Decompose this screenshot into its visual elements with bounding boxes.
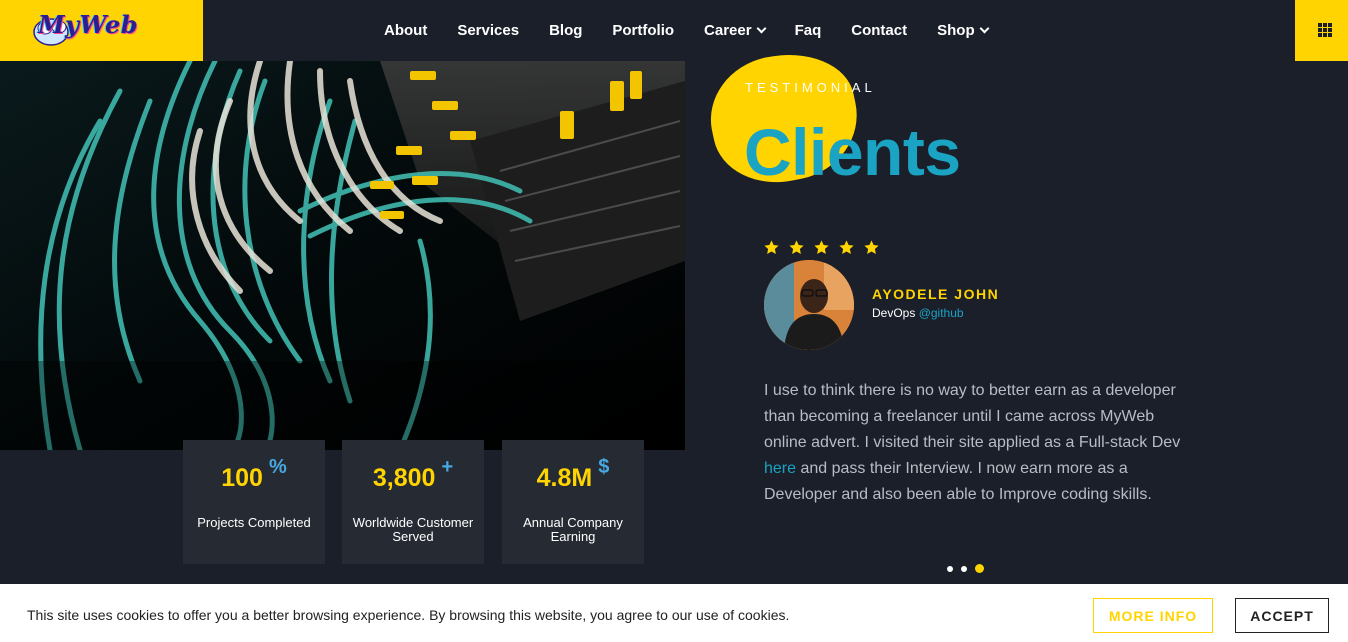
- stat-value: 100%: [221, 456, 287, 492]
- logo-container[interactable]: MyWeb: [0, 0, 203, 61]
- nav-label: Contact: [851, 22, 908, 39]
- star-icon: [839, 240, 854, 254]
- stat-suffix: %: [268, 456, 287, 478]
- stat-value: 4.8M $: [536, 456, 610, 492]
- section-title: Clients: [744, 115, 961, 189]
- stat-suffix: $: [598, 456, 610, 478]
- carousel-dot[interactable]: [947, 565, 953, 572]
- nav-item-services[interactable]: Services: [457, 22, 519, 39]
- stat-label: Worldwide Customer Served: [352, 515, 474, 544]
- accept-button[interactable]: ACCEPT: [1235, 598, 1329, 633]
- nav-label: About: [384, 22, 428, 39]
- rating-stars: [763, 239, 888, 256]
- stat-value: 3,800 +: [372, 456, 454, 492]
- nav-item-shop[interactable]: Shop: [937, 22, 990, 39]
- main-nav: About Services Blog Portfolio Career Faq…: [384, 0, 1018, 61]
- nav-label: Blog: [549, 22, 583, 39]
- nav-item-blog[interactable]: Blog: [549, 22, 582, 39]
- person-role: DevOps @github: [872, 306, 964, 320]
- nav-label: Shop: [937, 22, 975, 39]
- stat-label: Projects Completed: [197, 515, 311, 530]
- here-link[interactable]: here: [764, 460, 796, 477]
- github-link[interactable]: @github: [919, 306, 964, 320]
- section-eyebrow: TESTIMONIAL: [745, 80, 876, 95]
- stat-card-earning: 4.8M $ Annual Company Earning: [502, 440, 644, 564]
- stat-label: Annual Company Earning: [523, 515, 623, 544]
- nav-item-about[interactable]: About: [384, 22, 427, 39]
- chevron-down-icon: [979, 23, 990, 34]
- carousel-dot[interactable]: [961, 565, 967, 572]
- star-icon: [764, 240, 779, 254]
- hero-image: [0, 61, 685, 450]
- chevron-down-icon: [756, 23, 767, 34]
- carousel-dot-active[interactable]: [975, 564, 984, 573]
- logo-text: MyWeb: [38, 10, 139, 39]
- grid-icon[interactable]: [1318, 23, 1332, 37]
- network-cables-image: [0, 61, 685, 450]
- stat-suffix: +: [441, 456, 454, 478]
- star-icon: [864, 240, 879, 254]
- cookie-text: This site uses cookies to offer you a be…: [27, 607, 790, 623]
- stat-card-projects: 100% Projects Completed: [183, 440, 325, 564]
- star-icon: [789, 240, 804, 254]
- avatar: [764, 260, 854, 350]
- nav-item-portfolio[interactable]: Portfolio: [612, 22, 674, 39]
- stat-card-customers: 3,800 + Worldwide Customer Served: [342, 440, 484, 564]
- carousel-dots: [947, 564, 984, 573]
- site-header: MyWeb About Services Blog Portfolio Care…: [0, 0, 1348, 61]
- nav-label: Services: [457, 22, 520, 39]
- more-info-button[interactable]: MORE INFO: [1093, 598, 1213, 633]
- star-icon: [814, 240, 829, 254]
- nav-label: Faq: [794, 22, 822, 39]
- nav-label: Portfolio: [612, 22, 675, 39]
- nav-item-career[interactable]: Career: [704, 22, 767, 39]
- nav-item-faq[interactable]: Faq: [795, 22, 822, 39]
- person-name: AYODELE JOHN: [872, 286, 1000, 302]
- nav-label: Career: [704, 22, 752, 39]
- nav-item-contact[interactable]: Contact: [851, 22, 907, 39]
- testimonial-quote: I use to think there is no way to better…: [764, 382, 1181, 503]
